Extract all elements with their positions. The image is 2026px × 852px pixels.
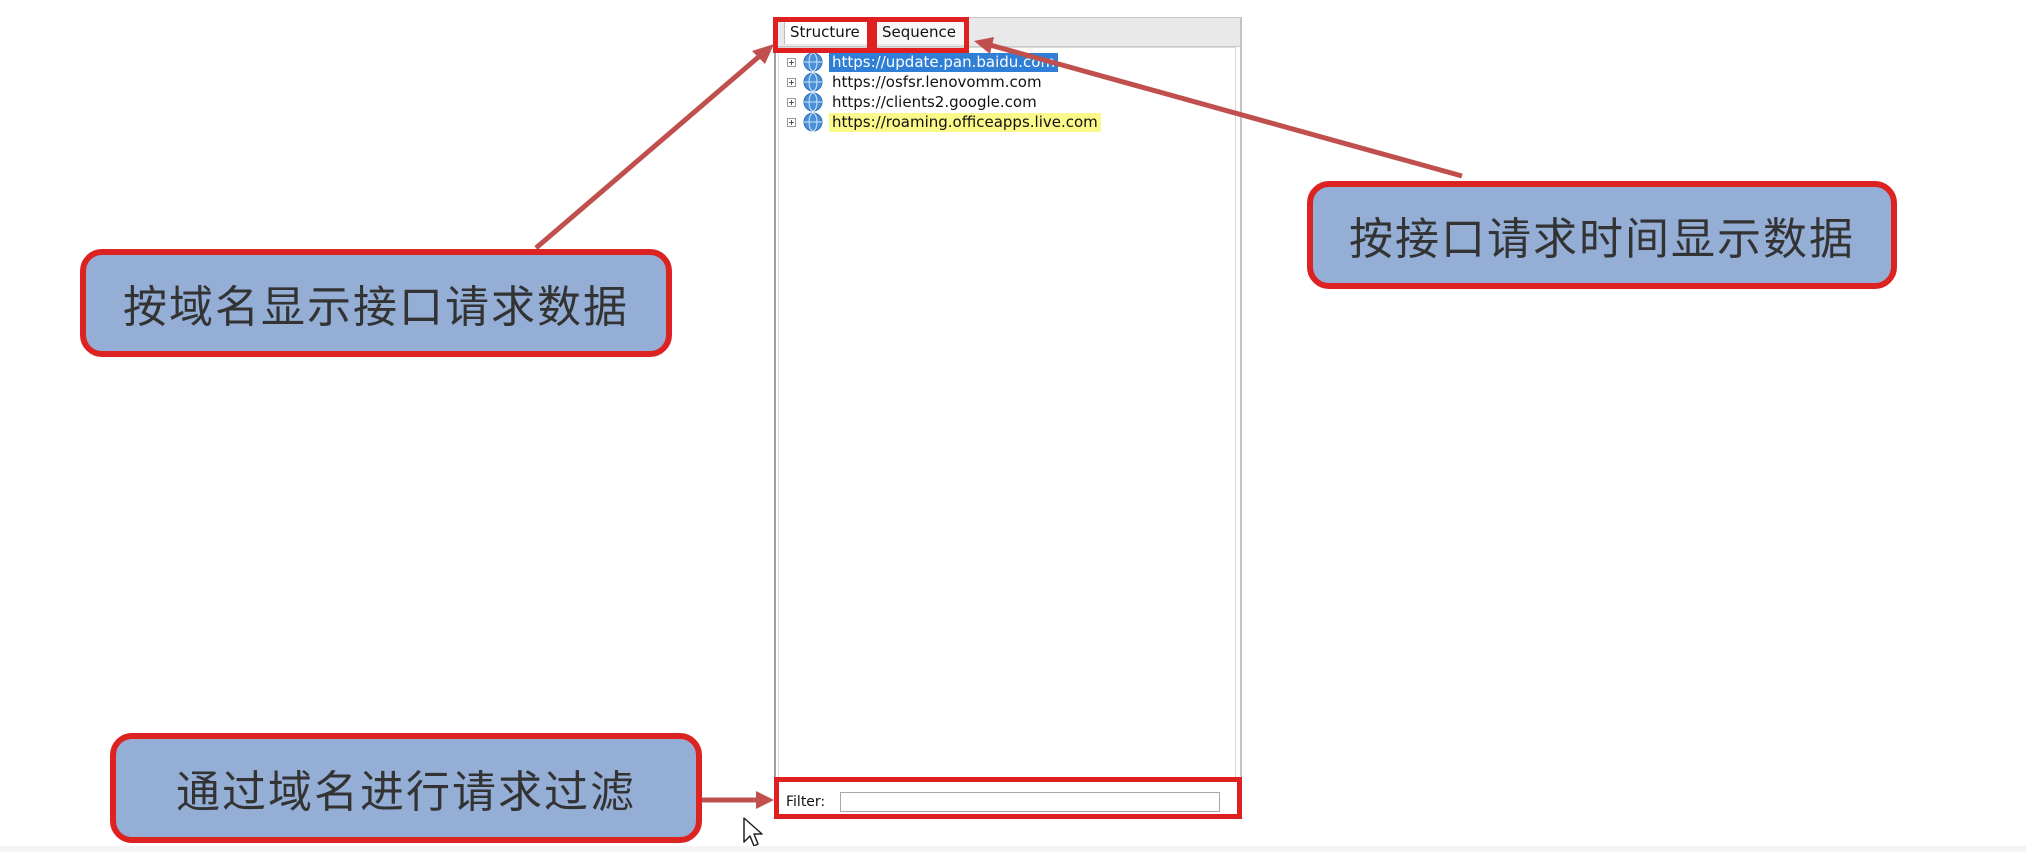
globe-icon: [803, 72, 823, 92]
session-tree-panel: Structure Sequence https://update.pan.ba…: [774, 17, 1242, 817]
host-label: https://update.pan.baidu.com: [829, 52, 1059, 72]
host-tree[interactable]: https://update.pan.baidu.com https://osf…: [778, 47, 1236, 779]
host-label: https://clients2.google.com: [832, 92, 1037, 111]
callout-filter: 通过域名进行请求过滤: [110, 733, 702, 843]
arrow-head: [752, 44, 774, 64]
mouse-cursor-icon: [743, 817, 763, 847]
tab-structure[interactable]: Structure: [784, 19, 876, 44]
globe-icon: [803, 52, 823, 72]
arrow-head: [756, 791, 774, 809]
arrow-to-structure-tab: [534, 52, 764, 250]
callout-domain-view: 按域名显示接口请求数据: [80, 249, 672, 357]
tree-item[interactable]: https://clients2.google.com: [787, 92, 1040, 112]
filter-label: Filter:: [786, 794, 826, 810]
filter-bar: Filter:: [778, 787, 1234, 817]
filter-input[interactable]: [840, 792, 1220, 812]
plus-box-icon[interactable]: [787, 117, 796, 127]
tab-bar: Structure Sequence: [776, 17, 1240, 47]
plus-box-icon[interactable]: [787, 97, 796, 107]
tree-item[interactable]: https://roaming.officeapps.live.com: [787, 112, 1101, 132]
host-label: https://roaming.officeapps.live.com: [829, 112, 1101, 132]
globe-icon: [803, 112, 823, 132]
host-label: https://osfsr.lenovomm.com: [832, 72, 1042, 91]
plus-box-icon[interactable]: [787, 57, 796, 67]
plus-box-icon[interactable]: [787, 77, 796, 87]
callout-time-view: 按接口请求时间显示数据: [1307, 181, 1897, 289]
tree-item[interactable]: https://update.pan.baidu.com: [787, 52, 1059, 72]
tab-sequence[interactable]: Sequence: [876, 19, 966, 44]
tree-item[interactable]: https://osfsr.lenovomm.com: [787, 72, 1045, 92]
globe-icon: [803, 92, 823, 112]
annotated-screenshot: Structure Sequence https://update.pan.ba…: [0, 0, 2026, 852]
bottom-edge: [0, 846, 2026, 852]
